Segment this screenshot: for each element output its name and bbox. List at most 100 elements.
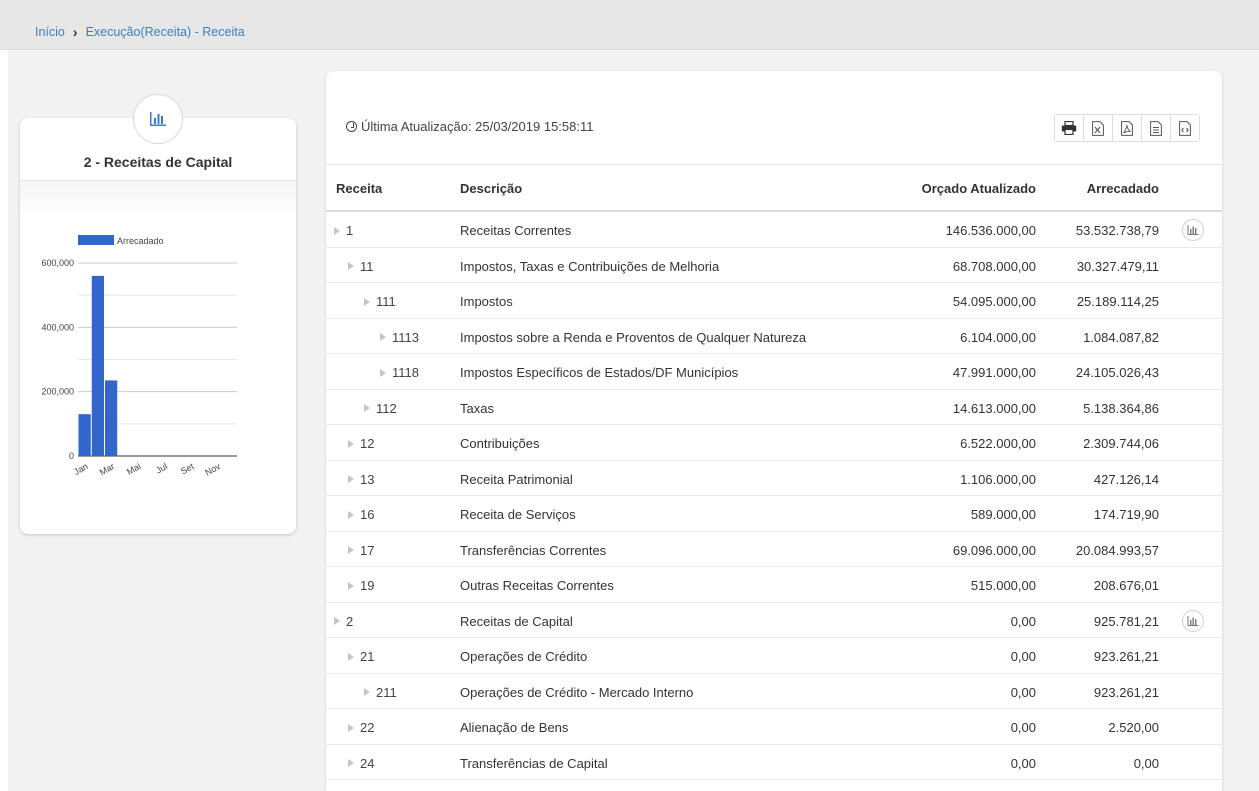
legend-swatch: [78, 235, 114, 245]
row-code[interactable]: 21: [348, 649, 374, 664]
column-header-descricao[interactable]: Descrição: [460, 181, 522, 196]
expand-triangle-icon[interactable]: [348, 723, 354, 732]
expand-triangle-icon[interactable]: [334, 617, 340, 625]
code-file-icon[interactable]: [1170, 114, 1200, 142]
expand-triangle-icon[interactable]: [348, 475, 354, 483]
expand-triangle-icon[interactable]: [348, 581, 354, 590]
pdf-icon[interactable]: [1112, 114, 1142, 142]
table-row[interactable]: 12 Contribuições 6.522.000,00 2.309.744,06: [326, 425, 1222, 461]
row-code[interactable]: 1: [334, 223, 353, 238]
expand-triangle-icon[interactable]: [348, 546, 354, 554]
row-chart-button[interactable]: [1182, 219, 1204, 241]
row-orcado: 0,00: [1010, 720, 1036, 735]
table-row[interactable]: 17 Transferências Correntes 69.096.000,00 2…: [326, 532, 1222, 567]
excel-icon[interactable]: [1083, 114, 1113, 142]
row-arrecadado: 174.719,90: [1093, 507, 1159, 522]
row-code-text: 19: [360, 578, 375, 593]
row-arrecadado: 30.327.479,11: [1076, 258, 1159, 274]
row-arrecadado: 923.261,21: [1093, 649, 1159, 664]
bar: [78, 414, 91, 456]
bar-chart: Arrecadado 0 200,000 400,000 600,000 Jan Mar M…: [41, 235, 237, 478]
table-header: Receita Descrição Orçado Atualizado Arre…: [326, 164, 1222, 212]
expand-triangle-icon[interactable]: [364, 297, 370, 306]
expand-triangle-icon[interactable]: [380, 368, 386, 377]
expand-triangle-icon[interactable]: [364, 688, 370, 696]
table-row[interactable]: 21 Operações de Crédito 0,00 923.261,21: [326, 638, 1222, 674]
column-header-arrecadado[interactable]: Arrecadado: [1087, 181, 1159, 196]
bar-chart-icon[interactable]: [133, 94, 183, 144]
row-code[interactable]: 17: [348, 543, 374, 558]
row-code-text: 2: [346, 613, 354, 629]
row-code[interactable]: 19: [348, 578, 374, 593]
row-description: Operações de Crédito: [460, 649, 588, 664]
row-chart-button[interactable]: [1182, 609, 1204, 632]
row-code[interactable]: 112: [364, 401, 397, 416]
row-description: Operações de Crédito - Mercado Interno: [460, 684, 694, 700]
bar-chart-icon: [1187, 615, 1199, 626]
column-header-receita[interactable]: Receita: [336, 181, 382, 196]
table-row[interactable]: 112 Taxas 14.613.000,00 5.138.364,86: [326, 390, 1222, 425]
row-code[interactable]: 1113: [380, 330, 419, 345]
table-row[interactable]: 24 Transferências de Capital 0,00 0,00: [326, 745, 1222, 780]
table-row[interactable]: 11 Impostos, Taxas e Contribuições de Mel…: [326, 248, 1222, 283]
row-arrecadado: 1.084.087,82: [1083, 329, 1159, 345]
column-header-orcado[interactable]: Orçado Atualizado: [922, 181, 1036, 196]
row-code[interactable]: 111: [364, 294, 396, 309]
expand-triangle-icon[interactable]: [348, 759, 354, 767]
breadcrumb-current-link[interactable]: Execução(Receita) - Receita: [86, 25, 245, 39]
row-arrecadado: 24.105.026,43: [1075, 365, 1159, 380]
row-code[interactable]: 1118: [380, 365, 419, 380]
expand-triangle-icon[interactable]: [364, 404, 370, 412]
row-code[interactable]: 16: [348, 507, 374, 522]
row-code-text: 112: [376, 400, 397, 416]
table-row[interactable]: 22 Alienação de Bens 0,00 2.520,00: [326, 709, 1222, 745]
chart-card: 2 - Receitas de Capital Arrecadado 0 200,…: [20, 94, 296, 534]
x-tick-label: Set: [179, 461, 196, 477]
left-strip: [0, 50, 8, 791]
row-code[interactable]: 12: [348, 436, 374, 451]
table-row[interactable]: 211 Operações de Crédito - Mercado Intern…: [326, 674, 1222, 709]
row-arrecadado: 923.261,21: [1093, 684, 1159, 700]
row-description: Impostos: [460, 294, 513, 309]
table-row[interactable]: 16 Receita de Serviços 589.000,00 174.719,9…: [326, 496, 1222, 532]
expand-triangle-icon[interactable]: [348, 652, 354, 661]
table-row[interactable]: 111 Impostos 54.095.000,00 25.189.114,25: [326, 283, 1222, 319]
breadcrumb-home-link[interactable]: Início: [35, 25, 65, 39]
row-orcado: 68.708.000,00: [952, 258, 1036, 274]
bar-chart-icon: [1187, 225, 1199, 235]
row-code[interactable]: 24: [348, 756, 374, 771]
y-tick-label: 0: [69, 451, 74, 461]
row-code[interactable]: 22: [348, 720, 374, 735]
table-row[interactable]: 1 Receitas Correntes 146.536.000,00 53.532.…: [326, 212, 1222, 248]
table-row[interactable]: 1118 Impostos Específicos de Estados/DF M…: [326, 354, 1222, 390]
row-description: Contribuições: [460, 436, 540, 451]
x-tick-label: Mar: [98, 461, 116, 477]
row-arrecadado: 925.781,21: [1093, 613, 1159, 629]
row-orcado: 47.991.000,00: [952, 365, 1036, 380]
row-orcado: 0,00: [1010, 755, 1036, 771]
table-row[interactable]: 2 Receitas de Capital 0,00 925.781,21: [326, 603, 1222, 638]
print-icon[interactable]: [1054, 114, 1084, 142]
row-description: Outras Receitas Correntes: [460, 578, 614, 593]
last-update: Última Atualização: 25/03/2019 15:58:11: [346, 119, 593, 134]
table-row[interactable]: 19 Outras Receitas Correntes 515.000,00 208…: [326, 567, 1222, 603]
row-description: Impostos sobre a Renda e Proventos de Qu…: [460, 329, 807, 345]
expand-triangle-icon[interactable]: [348, 510, 354, 519]
row-code[interactable]: 11: [348, 259, 374, 274]
table-row[interactable]: 13 Receita Patrimonial 1.106.000,00 427.126…: [326, 461, 1222, 496]
expand-triangle-icon[interactable]: [348, 262, 354, 270]
x-tick-label: Mai: [125, 461, 143, 477]
breadcrumb: Início › Execução(Receita) - Receita: [35, 24, 245, 40]
text-file-icon[interactable]: [1141, 114, 1171, 142]
row-code[interactable]: 2: [334, 614, 353, 629]
table-body: 1 Receitas Correntes 146.536.000,00 53.532.…: [326, 212, 1222, 780]
row-arrecadado: 427.126,14: [1093, 471, 1159, 487]
expand-triangle-icon[interactable]: [380, 333, 386, 341]
expand-triangle-icon[interactable]: [334, 226, 340, 235]
row-code[interactable]: 13: [348, 472, 374, 487]
row-code-text: 17: [360, 542, 375, 558]
row-code[interactable]: 211: [364, 685, 397, 700]
expand-triangle-icon[interactable]: [348, 439, 354, 448]
last-update-label: Última Atualização: 25/03/2019 15:58:11: [361, 119, 594, 134]
table-row[interactable]: 1113 Impostos sobre a Renda e Proventos d…: [326, 319, 1222, 354]
